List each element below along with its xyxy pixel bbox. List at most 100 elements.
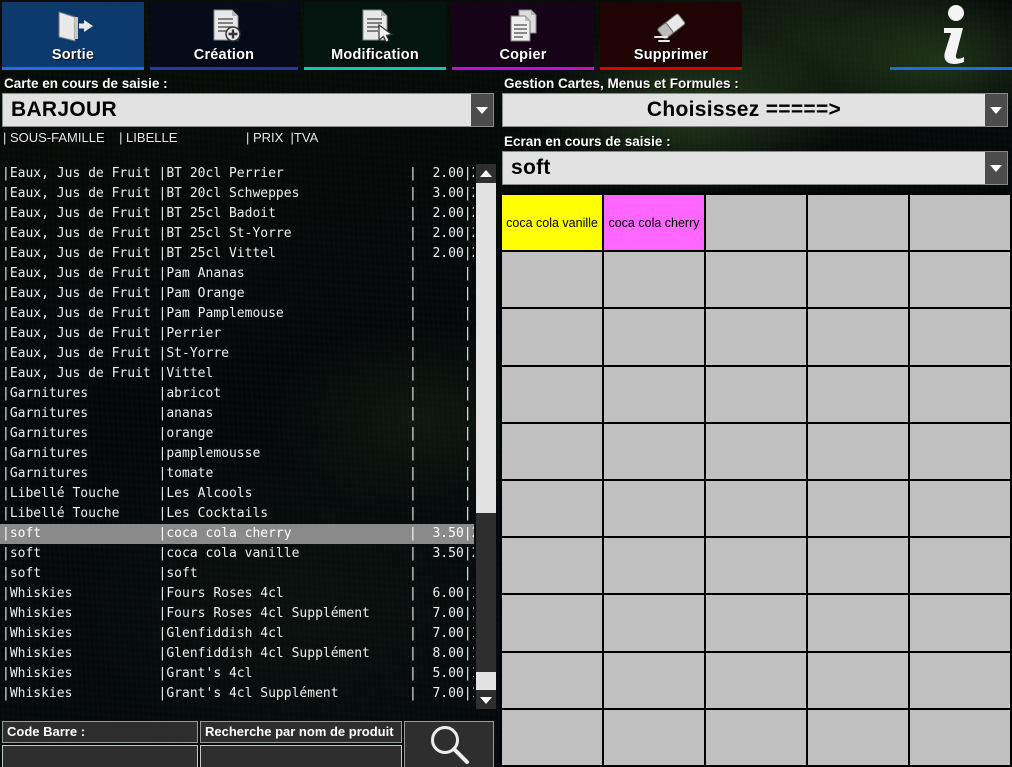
product-row[interactable]: |Whiskies |Grant's 4cl | 5.00|1 (0, 664, 474, 684)
barcode-input[interactable] (2, 745, 198, 767)
grid-cell-empty[interactable] (604, 309, 704, 365)
grid-cell-empty[interactable] (604, 538, 704, 594)
product-row[interactable]: |soft |soft | | (0, 564, 474, 584)
grid-cell-empty[interactable] (706, 709, 806, 765)
product-row[interactable]: |soft |coca cola vanille | 3.50|2 (0, 544, 474, 564)
grid-cell-empty[interactable] (910, 366, 1010, 422)
product-list[interactable]: |Eaux, Jus de Fruit |BT 20cl Perrier | 2… (0, 164, 474, 709)
toolbar-button-creation[interactable]: Création (150, 2, 298, 70)
grid-cell-empty[interactable] (706, 481, 806, 537)
scrollbar-thumb[interactable] (476, 183, 496, 513)
grid-cell-empty[interactable] (808, 481, 908, 537)
scroll-down-button[interactable] (476, 691, 496, 709)
screen-label: Ecran en cours de saisie : (504, 134, 671, 149)
card-combobox[interactable]: BARJOUR (2, 93, 494, 127)
grid-cell-empty[interactable] (604, 652, 704, 708)
chevron-down-icon[interactable] (985, 152, 1007, 184)
product-row[interactable]: |Eaux, Jus de Fruit |Pam Orange | | (0, 284, 474, 304)
grid-cell-empty[interactable] (706, 595, 806, 651)
grid-cell-empty[interactable] (604, 595, 704, 651)
product-row[interactable]: |Eaux, Jus de Fruit |BT 25cl Badoit | 2.… (0, 204, 474, 224)
grid-cell-empty[interactable] (808, 366, 908, 422)
scrollbar-thumb-secondary[interactable] (476, 672, 496, 690)
grid-cell-empty[interactable] (808, 252, 908, 308)
grid-cell-empty[interactable] (808, 538, 908, 594)
grid-cell-empty[interactable] (502, 481, 602, 537)
grid-cell-empty[interactable] (604, 252, 704, 308)
grid-cell-empty[interactable] (502, 309, 602, 365)
management-combobox[interactable]: Choisissez =====> (502, 93, 1008, 127)
product-row[interactable]: |Eaux, Jus de Fruit |Vittel | | (0, 364, 474, 384)
grid-cell-empty[interactable] (706, 538, 806, 594)
product-row[interactable]: |Garnitures |tomate | | (0, 464, 474, 484)
product-row[interactable]: |Whiskies |Glenfiddish 4cl | 7.00|1 (0, 624, 474, 644)
grid-cell-empty[interactable] (706, 366, 806, 422)
grid-cell-empty[interactable] (910, 481, 1010, 537)
product-row[interactable]: |Garnitures |ananas | | (0, 404, 474, 424)
grid-cell-empty[interactable] (910, 595, 1010, 651)
grid-cell-empty[interactable] (808, 652, 908, 708)
product-row[interactable]: |Garnitures |orange | | (0, 424, 474, 444)
product-row[interactable]: |Eaux, Jus de Fruit |BT 25cl Vittel | 2.… (0, 244, 474, 264)
chevron-down-icon[interactable] (471, 94, 493, 126)
grid-cell-empty[interactable] (502, 595, 602, 651)
grid-cell-empty[interactable] (502, 538, 602, 594)
product-row[interactable]: |Libellé Touche |Les Cocktails | | (0, 504, 474, 524)
grid-cell-empty[interactable] (808, 595, 908, 651)
grid-cell-empty[interactable] (502, 709, 602, 765)
toolbar-button-info[interactable] (890, 2, 1012, 70)
toolbar-button-modification[interactable]: Modification (304, 2, 446, 70)
product-row[interactable]: |Eaux, Jus de Fruit |BT 20cl Perrier | 2… (0, 164, 474, 184)
grid-cell-empty[interactable] (808, 195, 908, 251)
product-row[interactable]: |Eaux, Jus de Fruit |BT 20cl Schweppes |… (0, 184, 474, 204)
grid-cell-empty[interactable] (706, 423, 806, 479)
grid-cell-empty[interactable] (706, 252, 806, 308)
product-row[interactable]: |soft |coca cola cherry | 3.50|2 (0, 524, 474, 544)
product-row[interactable]: |Garnitures |pamplemousse | | (0, 444, 474, 464)
product-row[interactable]: |Whiskies |Glenfiddish 4cl Supplément | … (0, 644, 474, 664)
grid-cell-empty[interactable] (910, 423, 1010, 479)
grid-cell-empty[interactable] (910, 195, 1010, 251)
toolbar-button-copier[interactable]: Copier (452, 2, 594, 70)
product-row[interactable]: |Garnitures |abricot | | (0, 384, 474, 404)
search-button[interactable] (404, 721, 494, 767)
product-row[interactable]: |Whiskies |Fours Roses 4cl | 6.00|1 (0, 584, 474, 604)
product-row[interactable]: |Whiskies |Fours Roses 4cl Supplément | … (0, 604, 474, 624)
grid-cell-empty[interactable] (502, 366, 602, 422)
grid-cell-empty[interactable] (910, 538, 1010, 594)
product-search-input[interactable] (200, 745, 402, 767)
grid-cell-empty[interactable] (604, 481, 704, 537)
grid-cell-empty[interactable] (910, 709, 1010, 765)
scroll-up-button[interactable] (476, 164, 496, 182)
exit-door-icon (51, 5, 95, 47)
grid-cell-empty[interactable] (502, 252, 602, 308)
grid-cell-empty[interactable] (604, 709, 704, 765)
chevron-down-icon[interactable] (985, 94, 1007, 126)
grid-cell-empty[interactable] (808, 709, 908, 765)
product-row[interactable]: |Eaux, Jus de Fruit |Pam Ananas | | (0, 264, 474, 284)
toolbar-button-supprimer[interactable]: Supprimer (600, 2, 742, 70)
product-row[interactable]: |Eaux, Jus de Fruit |Perrier | | (0, 324, 474, 344)
grid-cell-empty[interactable] (910, 252, 1010, 308)
grid-cell-empty[interactable] (604, 423, 704, 479)
product-row[interactable]: |Eaux, Jus de Fruit |St-Yorre | | (0, 344, 474, 364)
product-row[interactable]: |Eaux, Jus de Fruit |BT 25cl St-Yorre | … (0, 224, 474, 244)
toolbar-button-sortie[interactable]: Sortie (2, 2, 144, 70)
grid-cell-empty[interactable] (502, 423, 602, 479)
grid-cell-empty[interactable] (604, 366, 704, 422)
grid-cell-filled[interactable]: coca cola vanille (502, 195, 602, 251)
grid-cell-empty[interactable] (808, 423, 908, 479)
grid-cell-empty[interactable] (706, 309, 806, 365)
grid-cell-empty[interactable] (910, 652, 1010, 708)
grid-cell-empty[interactable] (502, 652, 602, 708)
grid-cell-filled[interactable]: coca cola cherry (604, 195, 704, 251)
grid-cell-empty[interactable] (706, 652, 806, 708)
grid-cell-empty[interactable] (808, 309, 908, 365)
screen-combobox[interactable]: soft (502, 151, 1008, 185)
product-row[interactable]: |Whiskies |Grant's 4cl Supplément | 7.00… (0, 684, 474, 704)
grid-cell-empty[interactable] (910, 309, 1010, 365)
product-list-scrollbar[interactable] (476, 164, 496, 709)
product-row[interactable]: |Libellé Touche |Les Alcools | | (0, 484, 474, 504)
product-row[interactable]: |Eaux, Jus de Fruit |Pam Pamplemouse | | (0, 304, 474, 324)
grid-cell-empty[interactable] (706, 195, 806, 251)
